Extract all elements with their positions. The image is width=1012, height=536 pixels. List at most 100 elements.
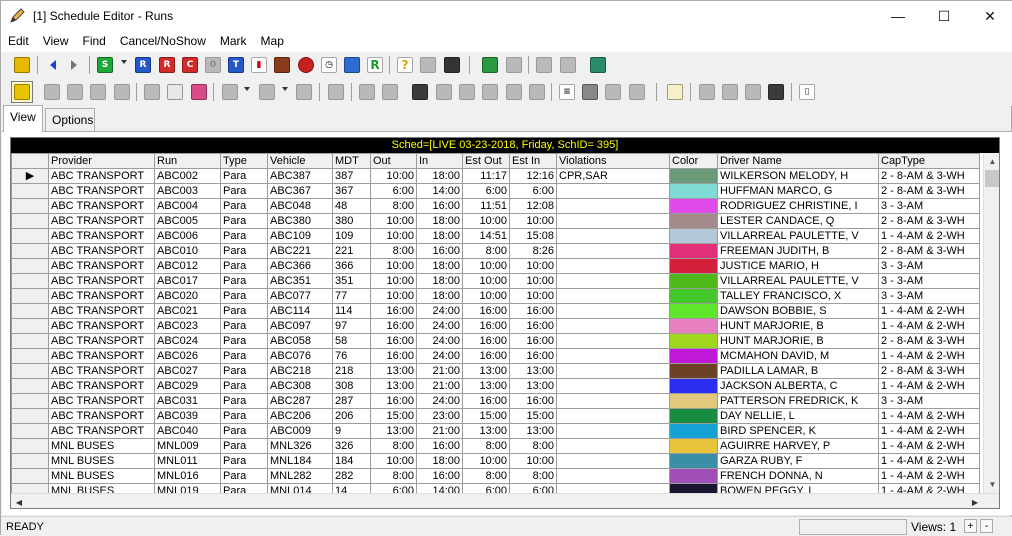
cell-run[interactable]: ABC012 [154,258,221,274]
col-header-est-out[interactable]: Est Out [462,153,510,169]
cell-color[interactable] [669,378,718,394]
cell-out[interactable]: 10:00 [370,168,417,184]
cell-color[interactable] [669,423,718,439]
cell-captype[interactable]: 3 - 3-AM [878,273,980,289]
tool-l-button[interactable] [456,81,478,103]
cell-est-out[interactable]: 6:00 [462,183,510,199]
cell-type[interactable]: Para [220,453,268,469]
tab-options[interactable]: Options [45,108,95,131]
cell-in[interactable]: 24:00 [416,393,463,409]
cell-provider[interactable]: ABC TRANSPORT [48,258,155,274]
cell-est-in[interactable]: 8:00 [509,468,557,484]
cell-est-in[interactable]: 13:00 [509,423,557,439]
cell-mdt[interactable]: 387 [332,168,371,184]
cell-out[interactable]: 10:00 [370,228,417,244]
cell-mdt[interactable]: 351 [332,273,371,289]
cell-violations[interactable] [556,213,670,229]
tool-b-button[interactable] [64,81,86,103]
cell-mdt[interactable]: 58 [332,333,371,349]
cell-violations[interactable]: CPR,SAR [556,168,670,184]
cell-in[interactable]: 24:00 [416,318,463,334]
col-header-est-in[interactable]: Est In [509,153,557,169]
cell-violations[interactable] [556,348,670,364]
merge-button[interactable] [533,54,555,76]
cell-est-out[interactable]: 11:51 [462,198,510,214]
cell-est-in[interactable]: 10:00 [509,288,557,304]
cell-captype[interactable]: 2 - 8-AM & 3-WH [878,168,980,184]
cell-type[interactable]: Para [220,423,268,439]
cell-provider[interactable]: ABC TRANSPORT [48,318,155,334]
car-button[interactable] [602,81,624,103]
scroll-left-arrow-icon[interactable]: ◀ [11,494,27,508]
cell-est-out[interactable]: 16:00 [462,318,510,334]
table-row[interactable]: ABC TRANSPORT ABC026 Para ABC076 76 16:00 24:0… [11,348,980,364]
tool-i-button[interactable] [356,81,378,103]
cell-captype[interactable]: 2 - 8-AM & 3-WH [878,243,980,259]
cell-out[interactable]: 13:00 [370,423,417,439]
cell-out[interactable]: 6:00 [370,183,417,199]
cell-est-in[interactable]: 13:00 [509,378,557,394]
cell-est-in[interactable]: 10:00 [509,258,557,274]
cell-est-out[interactable]: 16:00 [462,393,510,409]
dispatch-button[interactable] [417,54,439,76]
cell-captype[interactable]: 1 - 4-AM & 2-WH [878,348,980,364]
views-minus-button[interactable]: - [980,519,993,533]
cell-driver[interactable]: RODRIGUEZ CHRISTINE, I [717,198,879,214]
cell-mdt[interactable]: 218 [332,363,371,379]
cell-type[interactable]: Para [220,333,268,349]
cell-in[interactable]: 18:00 [416,258,463,274]
cell-type[interactable]: Para [220,408,268,424]
cell-out[interactable]: 8:00 [370,468,417,484]
vertical-scrollbar[interactable]: ▲ ▼ [983,153,999,493]
cell-vehicle[interactable]: ABC076 [267,348,333,364]
cell-type[interactable]: Para [220,318,268,334]
col-header-color[interactable]: Color [669,153,718,169]
cell-type[interactable]: Para [220,213,268,229]
cell-driver[interactable]: HUFFMAN MARCO, G [717,183,879,199]
row-selector[interactable] [11,468,49,484]
table-row[interactable]: MNL BUSES MNL016 Para MNL282 282 8:00 16:00 8:0… [11,468,980,484]
cell-type[interactable]: Para [220,198,268,214]
row-selector[interactable] [11,303,49,319]
row-selector[interactable] [11,408,49,424]
views-plus-button[interactable]: + [964,519,977,533]
clock-button[interactable]: ◷ [318,54,340,76]
cell-run[interactable]: ABC040 [154,423,221,439]
cell-type[interactable]: Para [220,303,268,319]
table-row[interactable]: ABC TRANSPORT ABC004 Para ABC048 48 8:00 16:00… [11,198,980,214]
table-row[interactable]: ABC TRANSPORT ABC017 Para ABC351 351 10:00 18:… [11,273,980,289]
cell-driver[interactable]: GARZA RUBY, F [717,453,879,469]
cell-est-in[interactable]: 12:16 [509,168,557,184]
cell-est-out[interactable]: 13:00 [462,363,510,379]
previous-button[interactable] [42,54,64,76]
cell-mdt[interactable]: 287 [332,393,371,409]
cell-in[interactable]: 14:00 [416,183,463,199]
row-selector[interactable] [11,198,49,214]
cell-out[interactable]: 13:00 [370,363,417,379]
cell-color[interactable] [669,168,718,184]
maximize-button[interactable]: ☐ [921,1,967,31]
cell-vehicle[interactable]: ABC287 [267,393,333,409]
menu-view[interactable]: View [36,32,76,52]
pencil-button[interactable] [293,81,315,103]
cell-mdt[interactable]: 109 [332,228,371,244]
cell-color[interactable] [669,288,718,304]
cell-violations[interactable] [556,318,670,334]
cell-driver[interactable]: FRENCH DONNA, N [717,468,879,484]
cell-color[interactable] [669,303,718,319]
cell-est-out[interactable]: 10:00 [462,273,510,289]
menu-edit[interactable]: Edit [1,32,36,52]
cell-vehicle[interactable]: ABC114 [267,303,333,319]
cell-est-in[interactable]: 8:26 [509,243,557,259]
cell-est-out[interactable]: 10:00 [462,288,510,304]
cell-out[interactable]: 16:00 [370,318,417,334]
cell-provider[interactable]: ABC TRANSPORT [48,303,155,319]
cell-provider[interactable]: ABC TRANSPORT [48,213,155,229]
cell-type[interactable]: Para [220,363,268,379]
cell-driver[interactable]: TALLEY FRANCISCO, X [717,288,879,304]
cell-run[interactable]: ABC002 [154,168,221,184]
cell-type[interactable]: Para [220,228,268,244]
cell-run[interactable]: ABC039 [154,408,221,424]
cell-provider[interactable]: ABC TRANSPORT [48,273,155,289]
cell-in[interactable]: 24:00 [416,333,463,349]
